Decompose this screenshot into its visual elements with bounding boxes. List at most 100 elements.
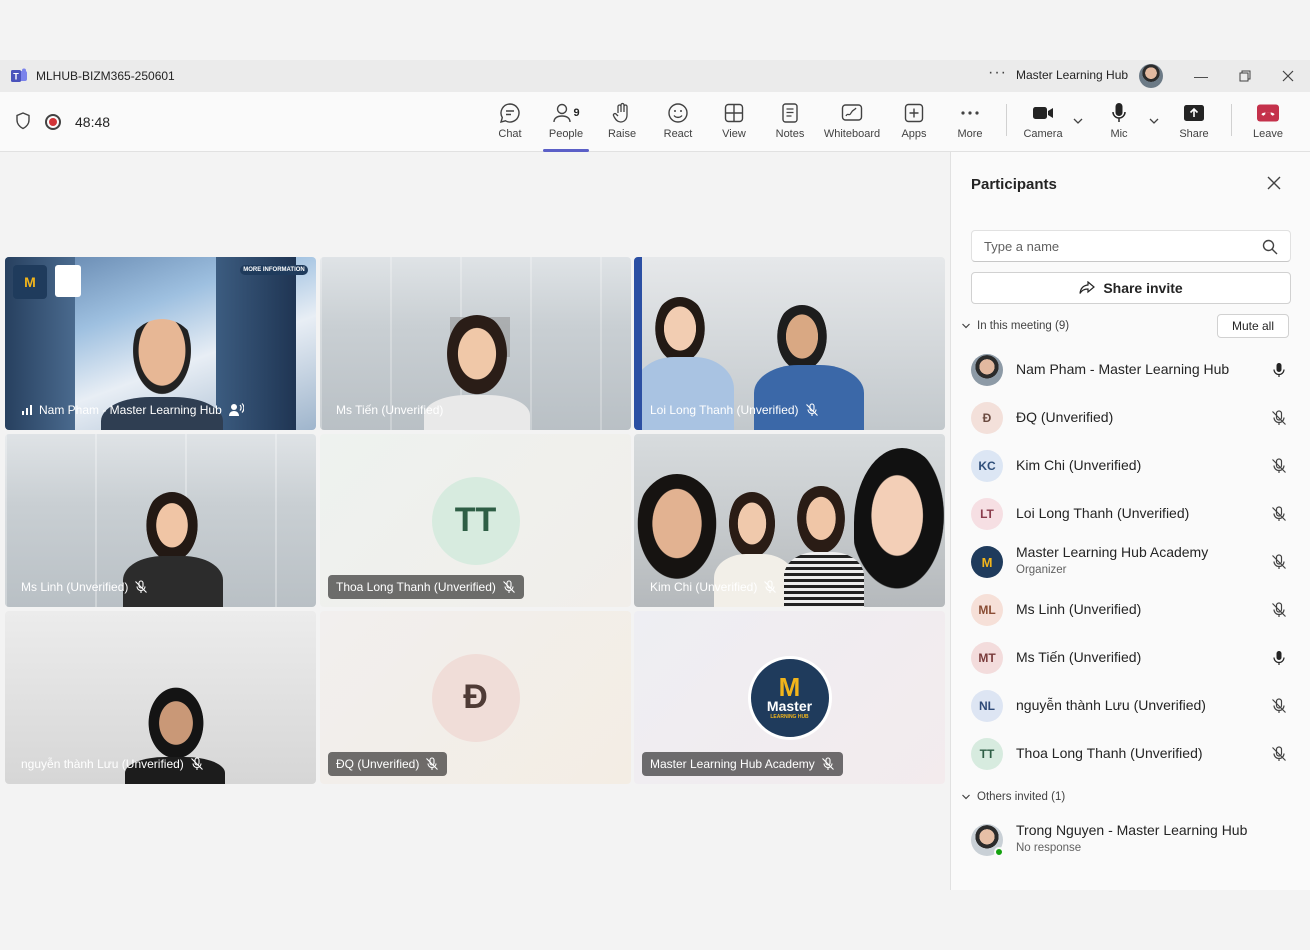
tile-name: Thoa Long Thanh (Unverified) bbox=[336, 580, 496, 594]
org-name[interactable]: Master Learning Hub bbox=[1016, 68, 1128, 82]
tile-name: Loi Long Thanh (Unverified) bbox=[650, 403, 799, 417]
search-input[interactable]: Type a name bbox=[971, 230, 1291, 262]
participant-row[interactable]: KC Kim Chi (Unverified) bbox=[971, 442, 1291, 490]
avatar-tile[interactable]: Đ ĐQ (Unverified) bbox=[320, 611, 631, 784]
video-tile[interactable]: Kim Chi (Unverified) bbox=[634, 434, 945, 607]
bottom-spacer bbox=[0, 890, 1310, 950]
more-options-icon[interactable]: ··· bbox=[988, 64, 1007, 82]
mic-off-icon bbox=[135, 580, 148, 593]
avatar-tile[interactable]: M Master LEARNING HUB Master Learning Hu… bbox=[634, 611, 945, 784]
react-label: React bbox=[663, 128, 693, 140]
organizer-avatar: M bbox=[971, 546, 1003, 578]
mic-off-icon[interactable] bbox=[1271, 410, 1287, 426]
minimize-icon[interactable]: — bbox=[1191, 66, 1211, 86]
invited-row[interactable]: Trong Nguyen - Master Learning Hub No re… bbox=[971, 816, 1291, 864]
chevron-down-icon bbox=[962, 794, 970, 800]
participant-avatar: Đ bbox=[431, 653, 520, 742]
people-icon bbox=[553, 103, 572, 123]
mic-off-icon[interactable] bbox=[1271, 554, 1287, 570]
participant-row[interactable]: Nam Pham - Master Learning Hub bbox=[971, 346, 1291, 394]
mic-on-icon[interactable] bbox=[1271, 362, 1287, 378]
video-tile[interactable]: Loi Long Thanh (Unverified) bbox=[634, 257, 945, 430]
whiteboard-button[interactable]: Whiteboard bbox=[822, 100, 882, 146]
more-label: More bbox=[957, 128, 983, 140]
mic-off-icon bbox=[821, 757, 834, 770]
video-stage: M MORE INFORMATION Nam Pham - Master Lea… bbox=[0, 152, 950, 890]
tile-name: Master Learning Hub Academy bbox=[650, 757, 815, 771]
participant-row[interactable]: M Master Learning Hub Academy Organizer bbox=[971, 538, 1291, 586]
leave-button[interactable]: Leave bbox=[1248, 100, 1288, 146]
in-meeting-section-toggle[interactable]: In this meeting (9) bbox=[961, 320, 1069, 332]
apps-button[interactable]: Apps bbox=[896, 100, 932, 146]
people-button[interactable]: 9 People bbox=[543, 100, 589, 152]
mic-on-icon[interactable] bbox=[1271, 650, 1287, 666]
search-placeholder: Type a name bbox=[984, 238, 1060, 254]
video-tile[interactable]: Ms Tiến (Unverified) bbox=[320, 257, 631, 430]
participant-name: Master Learning Hub Academy bbox=[1016, 544, 1209, 560]
participant-row[interactable]: MT Ms Tiến (Unverified) bbox=[971, 634, 1291, 682]
participant-name: Ms Tiến (Unverified) bbox=[1016, 649, 1142, 665]
participant-video bbox=[143, 492, 201, 566]
restore-icon[interactable] bbox=[1235, 66, 1255, 86]
mic-off-icon bbox=[190, 757, 203, 770]
participant-row[interactable]: NL nguyễn thành Lưu (Unverified) bbox=[971, 682, 1291, 730]
participant-name: Thoa Long Thanh (Unverified) bbox=[1016, 745, 1203, 761]
share-invite-button[interactable]: Share invite bbox=[971, 272, 1291, 304]
mute-all-button[interactable]: Mute all bbox=[1217, 314, 1289, 338]
chat-label: Chat bbox=[498, 128, 522, 140]
participant-name: Ms Linh (Unverified) bbox=[1016, 601, 1142, 617]
share-icon bbox=[1184, 105, 1204, 121]
participant-row[interactable]: Đ ĐQ (Unverified) bbox=[971, 394, 1291, 442]
chat-icon bbox=[499, 103, 520, 123]
hangup-icon bbox=[1257, 104, 1279, 122]
avatar: NL bbox=[971, 690, 1003, 722]
shield-icon[interactable] bbox=[15, 112, 31, 130]
participant-row[interactable]: TT Thoa Long Thanh (Unverified) bbox=[971, 730, 1291, 778]
mic-button[interactable]: Mic bbox=[1102, 100, 1136, 146]
certificate-badge bbox=[55, 265, 81, 297]
mic-off-icon[interactable] bbox=[1271, 506, 1287, 522]
react-button[interactable]: React bbox=[660, 100, 696, 146]
mic-off-icon[interactable] bbox=[1271, 602, 1287, 618]
view-button[interactable]: View bbox=[716, 100, 752, 146]
avatar: ML bbox=[971, 594, 1003, 626]
signal-icon bbox=[22, 405, 32, 415]
in-meeting-label: In this meeting (9) bbox=[977, 320, 1070, 332]
notes-button[interactable]: Notes bbox=[772, 100, 808, 146]
share-button[interactable]: Share bbox=[1176, 100, 1212, 146]
mic-options-chevron-icon[interactable] bbox=[1148, 115, 1160, 127]
meeting-timer: 48:48 bbox=[75, 114, 111, 130]
mic-off-icon bbox=[764, 580, 777, 593]
participant-name: ĐQ (Unverified) bbox=[1016, 409, 1114, 425]
more-button[interactable]: More bbox=[952, 100, 988, 146]
participant-row[interactable]: ML Ms Linh (Unverified) bbox=[971, 586, 1291, 634]
avatar-tile[interactable]: TT Thoa Long Thanh (Unverified) bbox=[320, 434, 631, 607]
video-tile[interactable]: Ms Linh (Unverified) bbox=[5, 434, 316, 607]
people-label: People bbox=[548, 128, 584, 140]
view-label: View bbox=[722, 128, 746, 140]
mic-off-icon[interactable] bbox=[1271, 746, 1287, 762]
mic-off-icon[interactable] bbox=[1271, 458, 1287, 474]
participant-video bbox=[854, 448, 945, 598]
raise-button[interactable]: Raise bbox=[604, 100, 640, 146]
participant-name: Trong Nguyen - Master Learning Hub bbox=[1016, 822, 1248, 838]
participant-video bbox=[726, 492, 778, 562]
chevron-down-icon bbox=[962, 323, 970, 329]
others-invited-section-toggle[interactable]: Others invited (1) bbox=[961, 791, 1065, 803]
camera-button[interactable]: Camera bbox=[1020, 100, 1066, 146]
camera-options-chevron-icon[interactable] bbox=[1072, 115, 1084, 127]
video-tile[interactable]: M MORE INFORMATION Nam Pham - Master Lea… bbox=[5, 257, 316, 430]
tile-name-label: Thoa Long Thanh (Unverified) bbox=[328, 575, 524, 599]
close-panel-icon[interactable] bbox=[1265, 174, 1283, 192]
account-avatar[interactable] bbox=[1139, 64, 1163, 88]
chat-button[interactable]: Chat bbox=[494, 100, 526, 146]
participant-row[interactable]: LT Loi Long Thanh (Unverified) bbox=[971, 490, 1291, 538]
tile-name-label: Nam Pham - Master Learning Hub bbox=[13, 398, 252, 422]
toolbar-divider bbox=[1006, 104, 1007, 136]
mic-off-icon[interactable] bbox=[1271, 698, 1287, 714]
video-tile[interactable]: nguyễn thành Lưu (Unverified) bbox=[5, 611, 316, 784]
notes-label: Notes bbox=[775, 128, 805, 140]
tile-name-label: Loi Long Thanh (Unverified) bbox=[642, 398, 827, 422]
close-window-icon[interactable] bbox=[1278, 66, 1298, 86]
presence-available-icon bbox=[994, 847, 1004, 857]
